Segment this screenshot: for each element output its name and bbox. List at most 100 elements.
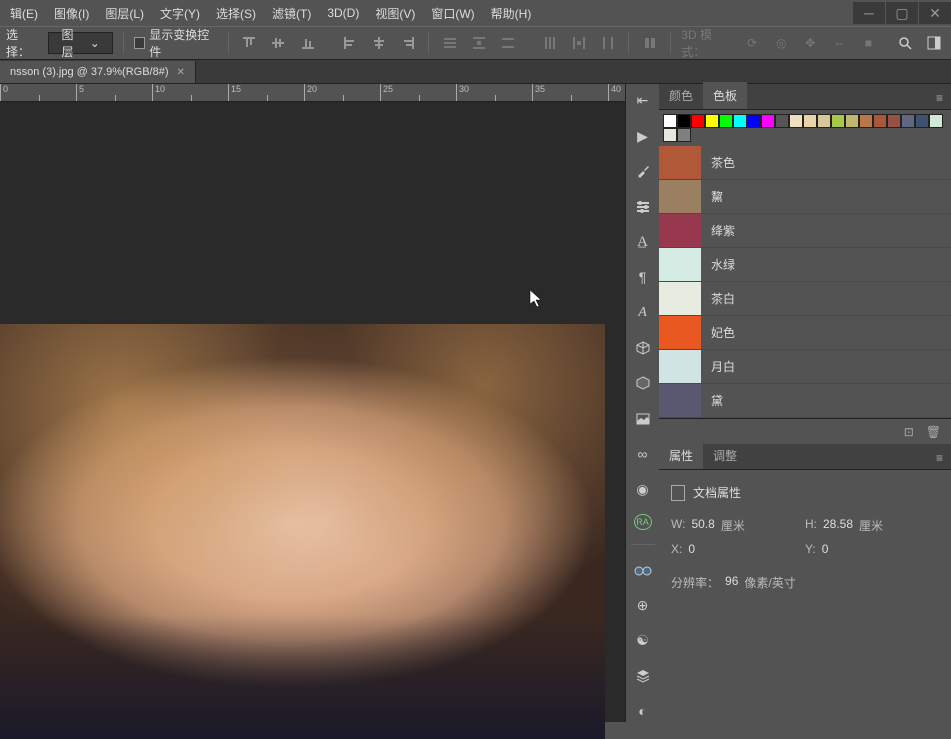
search-icon[interactable] [895, 32, 916, 54]
swatch-small[interactable] [761, 114, 775, 128]
menu-image[interactable]: 图像(I) [46, 1, 97, 26]
swatch-small[interactable] [789, 114, 803, 128]
select-dropdown[interactable]: 图层 ⌄ [48, 32, 112, 54]
swatch-small[interactable] [747, 114, 761, 128]
menu-edit[interactable]: 辑(E) [2, 1, 46, 26]
minimize-button[interactable]: ─ [852, 2, 885, 24]
swatch-small[interactable] [817, 114, 831, 128]
yinyang-icon[interactable]: ☯ [631, 630, 655, 651]
color-list-item[interactable]: 茶色 [659, 146, 951, 180]
align-left-icon[interactable] [339, 32, 360, 54]
target-icon[interactable]: ⊕ [631, 595, 655, 616]
swatch-small[interactable] [733, 114, 747, 128]
menu-layer[interactable]: 图层(L) [97, 1, 152, 26]
workspace-icon[interactable] [924, 32, 945, 54]
collapse-handle-icon[interactable]: ⇤ [631, 90, 655, 111]
x-value[interactable]: 0 [688, 542, 695, 556]
distribute-4-icon[interactable] [539, 32, 560, 54]
swatch-small[interactable] [887, 114, 901, 128]
swatch-small[interactable] [705, 114, 719, 128]
align-right-icon[interactable] [397, 32, 418, 54]
y-value[interactable]: 0 [822, 542, 829, 556]
distribute-6-icon[interactable] [597, 32, 618, 54]
more-options-icon[interactable] [639, 32, 660, 54]
menu-3d[interactable]: 3D(D) [319, 2, 367, 24]
swatch-small[interactable] [775, 114, 789, 128]
swatch-small[interactable] [677, 114, 691, 128]
char-icon[interactable]: A̲ [631, 231, 655, 252]
align-vcenter-icon[interactable] [268, 32, 289, 54]
brush-icon[interactable] [631, 161, 655, 182]
h-value[interactable]: 28.58 [823, 517, 853, 534]
align-bottom-icon[interactable] [297, 32, 318, 54]
swatch-small[interactable] [873, 114, 887, 128]
w-value[interactable]: 50.8 [691, 517, 714, 534]
distribute-5-icon[interactable] [568, 32, 589, 54]
paragraph-icon[interactable]: ¶ [631, 267, 655, 288]
delete-swatch-icon[interactable]: 🗑 [926, 425, 941, 439]
color-list-item[interactable]: 妃色 [659, 316, 951, 350]
swatch-small[interactable] [929, 114, 943, 128]
glyph-icon[interactable]: A [631, 302, 655, 323]
color-list-item[interactable]: 水绿 [659, 248, 951, 282]
menu-select[interactable]: 选择(S) [208, 1, 264, 26]
align-hcenter-icon[interactable] [368, 32, 389, 54]
document-tab[interactable]: nsson (3).jpg @ 37.9%(RGB/8#) ✕ [0, 61, 196, 83]
tab-color[interactable]: 颜色 [659, 82, 703, 109]
swatch-small[interactable] [859, 114, 873, 128]
swatch-small[interactable] [831, 114, 845, 128]
align-top-icon[interactable] [239, 32, 260, 54]
circle-icon[interactable]: ◐ [631, 701, 655, 722]
tab-adjustments[interactable]: 调整 [703, 442, 747, 469]
distribute-1-icon[interactable] [439, 32, 460, 54]
color-list-item[interactable]: 黛 [659, 384, 951, 418]
3d-orbit-icon[interactable]: ⟳ [742, 32, 763, 54]
color-list-item[interactable]: 绛紫 [659, 214, 951, 248]
3d-camera-icon[interactable]: ■ [858, 32, 879, 54]
close-tab-icon[interactable]: ✕ [177, 67, 185, 78]
show-transform-checkbox[interactable]: 显示变换控件 [134, 26, 218, 60]
3d-roll-icon[interactable]: ◎ [771, 32, 792, 54]
tab-properties[interactable]: 属性 [659, 442, 703, 469]
binoculars-icon[interactable] [631, 559, 655, 580]
panel-menu-icon[interactable]: ≡ [928, 87, 951, 109]
res-value[interactable]: 96 [725, 574, 738, 591]
3d-pan-icon[interactable]: ✥ [800, 32, 821, 54]
color-list-item[interactable]: 月白 [659, 350, 951, 384]
swirl-icon[interactable]: ◉ [631, 479, 655, 500]
image-icon[interactable] [631, 408, 655, 429]
cube-dark-icon[interactable] [631, 373, 655, 394]
swatch-small[interactable] [803, 114, 817, 128]
swatch-small[interactable] [845, 114, 859, 128]
ra-icon[interactable]: RA [634, 514, 652, 530]
distribute-3-icon[interactable] [497, 32, 518, 54]
menu-view[interactable]: 视图(V) [367, 1, 423, 26]
settings-icon[interactable] [631, 196, 655, 217]
maximize-button[interactable]: ▢ [885, 2, 918, 24]
color-list-item[interactable]: 茶白 [659, 282, 951, 316]
swatch-small[interactable] [719, 114, 733, 128]
swatch-small[interactable] [915, 114, 929, 128]
close-button[interactable]: ✕ [918, 2, 951, 24]
swatch-small[interactable] [663, 114, 677, 128]
swatch-small[interactable] [677, 128, 691, 142]
cube-icon[interactable] [631, 337, 655, 358]
link-icon[interactable]: ∞ [631, 443, 655, 464]
menu-window[interactable]: 窗口(W) [423, 1, 482, 26]
menu-text[interactable]: 文字(Y) [152, 1, 208, 26]
canvas-image[interactable] [0, 324, 605, 739]
panel-menu-icon[interactable]: ≡ [928, 447, 951, 469]
color-list-item[interactable]: 黧 [659, 180, 951, 214]
swatch-small[interactable] [691, 114, 705, 128]
swatch-small[interactable] [663, 128, 677, 142]
menu-filter[interactable]: 滤镜(T) [264, 1, 319, 26]
swatch-small[interactable] [901, 114, 915, 128]
new-swatch-icon[interactable]: ⊡ [904, 425, 914, 439]
tab-swatches[interactable]: 色板 [703, 82, 747, 109]
distribute-2-icon[interactable] [468, 32, 489, 54]
menu-help[interactable]: 帮助(H) [483, 1, 540, 26]
layers-icon[interactable] [631, 665, 655, 686]
play-icon[interactable]: ▶ [631, 125, 655, 146]
document-tab-title: nsson (3).jpg @ 37.9%(RGB/8#) [10, 66, 169, 78]
3d-slide-icon[interactable]: ⇔ [829, 32, 850, 54]
